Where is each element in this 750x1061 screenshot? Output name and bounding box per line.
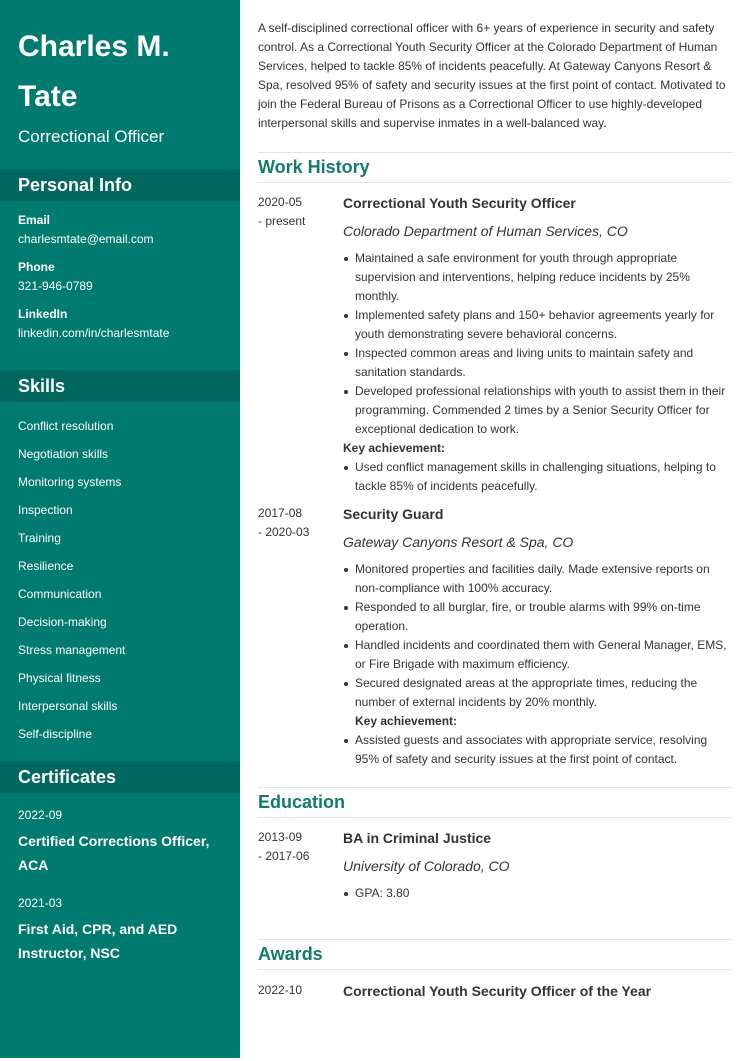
position-title: Correctional Youth Security Officer [343, 195, 576, 211]
date-start: 2020-05 [258, 195, 303, 209]
work-entry: 2017-08 - 2020-03 Security Guard Gateway… [258, 504, 732, 769]
main-content: A self-disciplined correctional officer … [258, 0, 732, 1001]
duty-item: Developed professional relationships wit… [343, 382, 732, 439]
sidebar: Charles M. Tate Correctional Officer Per… [0, 0, 240, 1058]
duty-item: Monitored properties and facilities dail… [343, 560, 732, 598]
certificates-list: 2022-09 Certified Corrections Officer, A… [0, 807, 240, 965]
education-entry: 2013-09 - 2017-06 BA in Criminal Justice… [258, 828, 732, 903]
key-achievement-item: Assisted guests and associates with appr… [343, 731, 732, 769]
entry-body: Correctional Youth Security Officer Colo… [343, 193, 732, 496]
entry-dates: 2017-08 - 2020-03 [258, 504, 343, 769]
duty-item: Inspected common areas and living units … [343, 344, 732, 382]
info-email: Email charlesmtate@email.com [18, 212, 222, 247]
date-end: - 2017-06 [258, 849, 310, 863]
info-phone: Phone 321-946-0789 [18, 259, 222, 294]
date-end: - 2020-03 [258, 525, 310, 539]
work-entry: 2020-05 - present Correctional Youth Sec… [258, 193, 732, 496]
degree: BA in Criminal Justice [343, 830, 492, 846]
duty-item: Secured designated areas at the appropri… [343, 674, 732, 712]
award-date: 2022-10 [258, 983, 303, 997]
entry-body: Security Guard Gateway Canyons Resort & … [343, 504, 732, 769]
education-details: GPA: 3.80 [343, 884, 732, 903]
certificate-date: 2021-03 [18, 896, 63, 910]
profile-summary: A self-disciplined correctional officer … [258, 21, 726, 130]
award-title: Correctional Youth Security Officer of t… [343, 983, 652, 999]
linkedin-value[interactable]: linkedin.com/in/charlesmtate [18, 325, 222, 341]
work-history-heading: Work History [258, 152, 732, 183]
duties-list: Maintained a safe environment for youth … [343, 249, 732, 439]
skill-item: Self-discipline [18, 727, 93, 741]
duties-list: Monitored properties and facilities dail… [343, 560, 732, 712]
duty-item: Maintained a safe environment for youth … [343, 249, 732, 306]
certificate-name: First Aid, CPR, and AED Instructor, NSC [18, 921, 178, 961]
skill-item: Communication [18, 587, 102, 601]
key-achievement-list: Assisted guests and associates with appr… [343, 731, 732, 769]
school: University of Colorado, CO [343, 858, 510, 874]
skill-item: Stress management [18, 643, 126, 657]
entry-body: Correctional Youth Security Officer of t… [343, 981, 732, 1001]
skill-item: Negotiation skills [18, 447, 109, 461]
certificate-date: 2022-09 [18, 808, 63, 822]
gpa-item: GPA: 3.80 [343, 884, 732, 903]
entry-dates: 2013-09 - 2017-06 [258, 828, 343, 903]
skills-list: Conflict resolution Negotiation skills M… [0, 402, 240, 748]
certificate-item: 2022-09 Certified Corrections Officer, A… [18, 807, 222, 877]
info-linkedin: LinkedIn linkedin.com/in/charlesmtate [18, 306, 222, 341]
personal-info: Email charlesmtate@email.com Phone 321-9… [0, 212, 240, 341]
info-label: LinkedIn [18, 307, 68, 321]
skill-item: Monitoring systems [18, 475, 122, 489]
education-heading: Education [258, 787, 732, 818]
skill-item: Decision-making [18, 615, 107, 629]
skill-item: Conflict resolution [18, 419, 114, 433]
employer: Gateway Canyons Resort & Spa, CO [343, 534, 574, 550]
key-achievement-list: Used conflict management skills in chall… [343, 458, 732, 496]
date-start: 2017-08 [258, 506, 303, 520]
duty-item: Implemented safety plans and 150+ behavi… [343, 306, 732, 344]
candidate-name: Charles M. Tate [18, 30, 170, 113]
key-achievement-label: Key achievement: [343, 441, 446, 455]
skill-item: Interpersonal skills [18, 699, 118, 713]
duty-item: Responded to all burglar, fire, or troub… [343, 598, 732, 636]
position-title: Security Guard [343, 506, 444, 522]
certificates-heading: Certificates [0, 761, 240, 793]
info-label: Email [18, 213, 51, 227]
duty-item: Handled incidents and coordinated them w… [343, 636, 732, 674]
skills-heading: Skills [0, 370, 240, 402]
award-entry: 2022-10 Correctional Youth Security Offi… [258, 981, 732, 1001]
entry-body: BA in Criminal Justice University of Col… [343, 828, 732, 903]
skill-item: Physical fitness [18, 671, 101, 685]
certificate-name: Certified Corrections Officer, ACA [18, 833, 210, 873]
key-achievement-label: Key achievement: [355, 714, 458, 728]
employer: Colorado Department of Human Services, C… [343, 223, 628, 239]
personal-info-heading: Personal Info [0, 169, 240, 201]
entry-dates: 2020-05 - present [258, 193, 343, 496]
date-end: - present [258, 214, 306, 228]
skill-item: Resilience [18, 559, 74, 573]
key-achievement-item: Used conflict management skills in chall… [343, 458, 732, 496]
certificate-item: 2021-03 First Aid, CPR, and AED Instruct… [18, 895, 222, 965]
skill-item: Inspection [18, 503, 73, 517]
phone-value[interactable]: 321-946-0789 [18, 278, 222, 294]
job-title: Correctional Officer [18, 127, 165, 146]
awards-heading: Awards [258, 939, 732, 970]
skill-item: Training [18, 531, 61, 545]
email-value[interactable]: charlesmtate@email.com [18, 231, 222, 247]
date-start: 2013-09 [258, 830, 303, 844]
info-label: Phone [18, 260, 55, 274]
